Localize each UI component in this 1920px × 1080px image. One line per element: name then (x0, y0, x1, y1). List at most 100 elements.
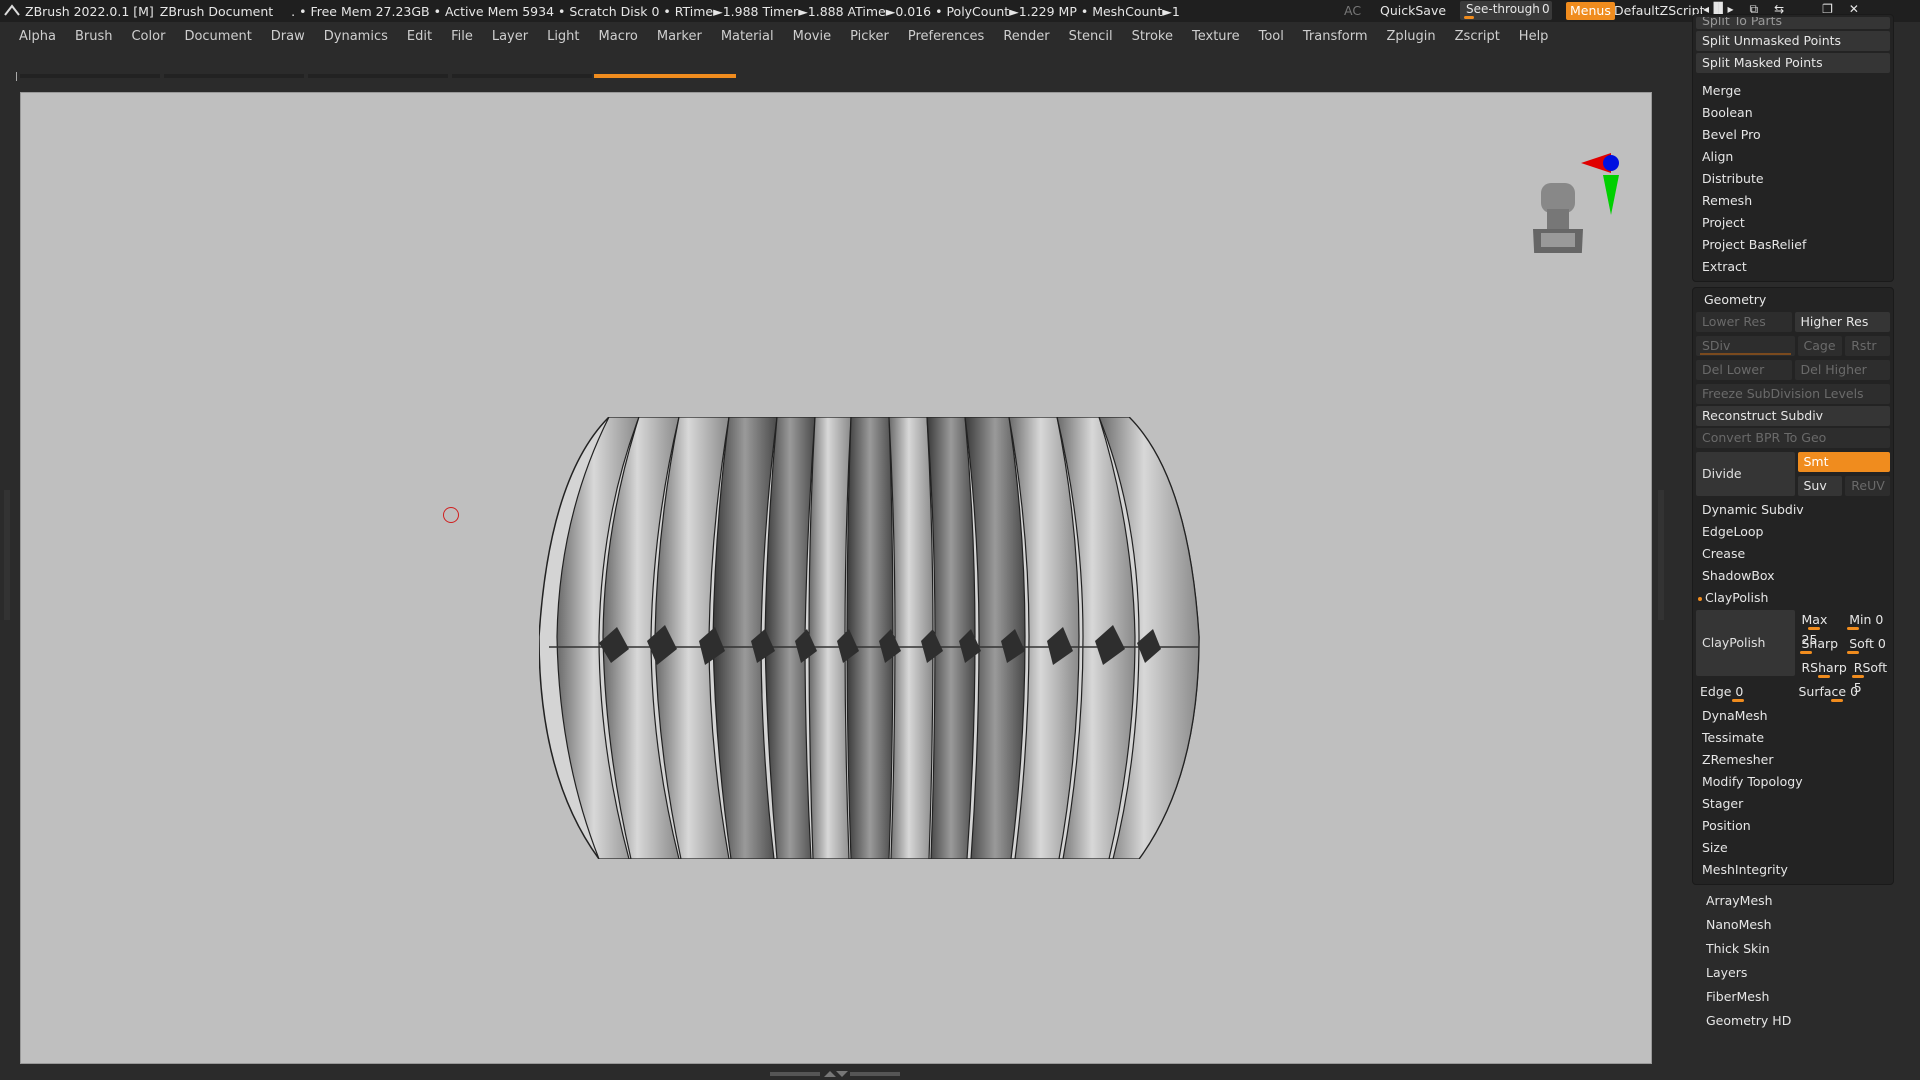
edit-menu[interactable]: Edit (395, 29, 439, 44)
shadowbox-button[interactable]: ShadowBox (1696, 566, 1890, 586)
navigation-gizmo[interactable] (1511, 123, 1621, 253)
texture-menu[interactable]: Texture (1180, 29, 1247, 44)
tab-slot-4[interactable] (452, 74, 592, 78)
min-slider[interactable]: Min 0 (1845, 610, 1890, 630)
macro-menu[interactable]: Macro (587, 29, 645, 44)
distribute-button[interactable]: Distribute (1696, 169, 1890, 189)
zremesher-button[interactable]: ZRemesher (1696, 750, 1890, 770)
rsoft-slider[interactable]: RSoft 5 (1850, 658, 1890, 695)
alpha-menu[interactable]: Alpha (0, 29, 63, 44)
rstr-button[interactable]: Rstr (1845, 336, 1890, 356)
claypolish-subpalette-title[interactable]: ClayPolish (1696, 588, 1890, 608)
ac-button[interactable]: AC (1344, 3, 1361, 18)
tessimate-button[interactable]: Tessimate (1696, 728, 1890, 748)
edge-slider[interactable]: Edge 0 (1696, 682, 1792, 702)
surface-slider-fill (1830, 699, 1843, 702)
geometry-hd-subpalette[interactable]: Geometry HD (1692, 1010, 1894, 1032)
higher-res-button[interactable]: Higher Res (1794, 312, 1890, 332)
suv-toggle[interactable]: Suv (1797, 476, 1843, 496)
dynamic-subdiv-button[interactable]: Dynamic Subdiv (1696, 500, 1890, 520)
split-unmasked-points-button[interactable]: Split Unmasked Points (1696, 31, 1890, 51)
left-tray-handle[interactable] (4, 490, 10, 620)
document-menu[interactable]: Document (172, 29, 258, 44)
boolean-button[interactable]: Boolean (1696, 103, 1890, 123)
color-menu[interactable]: Color (119, 29, 172, 44)
tab-slot-1[interactable] (20, 74, 160, 78)
dynamesh-button[interactable]: DynaMesh (1696, 706, 1890, 726)
zplugin-menu[interactable]: Zplugin (1375, 29, 1443, 44)
split-masked-points-button[interactable]: Split Masked Points (1696, 53, 1890, 73)
surface-slider[interactable]: Surface 0 (1795, 682, 1891, 702)
project-button[interactable]: Project (1696, 213, 1890, 233)
bottom-tray-handle[interactable] (770, 1070, 900, 1078)
right-tray-handle[interactable] (1658, 490, 1664, 620)
3d-model-mesh[interactable] (539, 417, 1205, 859)
modify-topology-button[interactable]: Modify Topology (1696, 772, 1890, 792)
position-button[interactable]: Position (1696, 816, 1890, 836)
tab-slot-2[interactable] (164, 74, 304, 78)
document-canvas[interactable] (20, 92, 1652, 1064)
edge-label: Edge 0 (1700, 684, 1744, 699)
meshintegrity-button[interactable]: MeshIntegrity (1696, 860, 1890, 880)
align-button[interactable]: Align (1696, 147, 1890, 167)
brush-menu[interactable]: Brush (63, 29, 120, 44)
material-menu[interactable]: Material (709, 29, 781, 44)
layers-subpalette[interactable]: Layers (1692, 962, 1894, 984)
extract-button[interactable]: Extract (1696, 257, 1890, 277)
stager-button[interactable]: Stager (1696, 794, 1890, 814)
size-button[interactable]: Size (1696, 838, 1890, 858)
edgeloop-button[interactable]: EdgeLoop (1696, 522, 1890, 542)
geometry-section: Geometry Lower Res Higher Res SDiv Cage … (1692, 287, 1894, 885)
arraymesh-subpalette[interactable]: ArrayMesh (1692, 890, 1894, 912)
sharp-slider[interactable]: Sharp (1798, 634, 1843, 654)
crease-button[interactable]: Crease (1696, 544, 1890, 564)
transform-menu[interactable]: Transform (1291, 29, 1375, 44)
quicksave-button[interactable]: QuickSave (1380, 3, 1446, 18)
merge-button[interactable]: Merge (1696, 81, 1890, 101)
marker-menu[interactable]: Marker (645, 29, 709, 44)
nanomesh-subpalette[interactable]: NanoMesh (1692, 914, 1894, 936)
rsharp-slider[interactable]: RSharp (1798, 658, 1847, 678)
fibermesh-subpalette[interactable]: FiberMesh (1692, 986, 1894, 1008)
freeze-subdivision-button[interactable]: Freeze SubDivision Levels (1696, 384, 1890, 404)
preferences-menu[interactable]: Preferences (896, 29, 991, 44)
cage-button[interactable]: Cage (1797, 336, 1843, 356)
tool-menu[interactable]: Tool (1247, 29, 1291, 44)
default-zscript-button[interactable]: DefaultZScript (1614, 3, 1705, 18)
stroke-menu[interactable]: Stroke (1120, 29, 1180, 44)
tab-slot-active[interactable] (594, 74, 736, 78)
soft-slider[interactable]: Soft 0 (1845, 634, 1890, 654)
del-higher-button[interactable]: Del Higher (1794, 360, 1890, 380)
dynamics-menu[interactable]: Dynamics (312, 29, 395, 44)
divide-button[interactable]: Divide (1696, 452, 1795, 496)
smt-toggle[interactable]: Smt (1797, 452, 1890, 472)
convert-bpr-button[interactable]: Convert BPR To Geo (1696, 428, 1890, 448)
light-menu[interactable]: Light (535, 29, 586, 44)
movie-menu[interactable]: Movie (781, 29, 838, 44)
zscript-menu[interactable]: Zscript (1443, 29, 1507, 44)
menus-toggle-button[interactable]: Menus (1566, 2, 1615, 20)
max-slider[interactable]: Max 25 (1798, 610, 1843, 647)
thick-skin-subpalette[interactable]: Thick Skin (1692, 938, 1894, 960)
bevel-pro-button[interactable]: Bevel Pro (1696, 125, 1890, 145)
lower-res-button[interactable]: Lower Res (1696, 312, 1792, 332)
render-menu[interactable]: Render (991, 29, 1056, 44)
project-basrelief-button[interactable]: Project BasRelief (1696, 235, 1890, 255)
help-menu[interactable]: Help (1507, 29, 1556, 44)
stencil-menu[interactable]: Stencil (1057, 29, 1120, 44)
del-lower-button[interactable]: Del Lower (1696, 360, 1792, 380)
reuv-toggle[interactable]: ReUV (1845, 476, 1890, 496)
draw-menu[interactable]: Draw (259, 29, 312, 44)
sdiv-slider[interactable]: SDiv (1696, 336, 1795, 356)
file-menu[interactable]: File (439, 29, 480, 44)
see-through-slider[interactable]: See-through 0 (1460, 1, 1552, 20)
split-to-parts-button[interactable]: Split To Parts (1696, 17, 1890, 29)
layer-menu[interactable]: Layer (480, 29, 535, 44)
claypolish-button[interactable]: ClayPolish (1696, 610, 1795, 676)
picker-menu[interactable]: Picker (838, 29, 896, 44)
tab-slot-3[interactable] (308, 74, 448, 78)
remesh-button[interactable]: Remesh (1696, 191, 1890, 211)
geometry-title[interactable]: Geometry (1696, 290, 1890, 310)
reconstruct-subdiv-button[interactable]: Reconstruct Subdiv (1696, 406, 1890, 426)
memory-stats: . • Free Mem 27.23GB • Active Mem 5934 •… (291, 3, 1180, 19)
